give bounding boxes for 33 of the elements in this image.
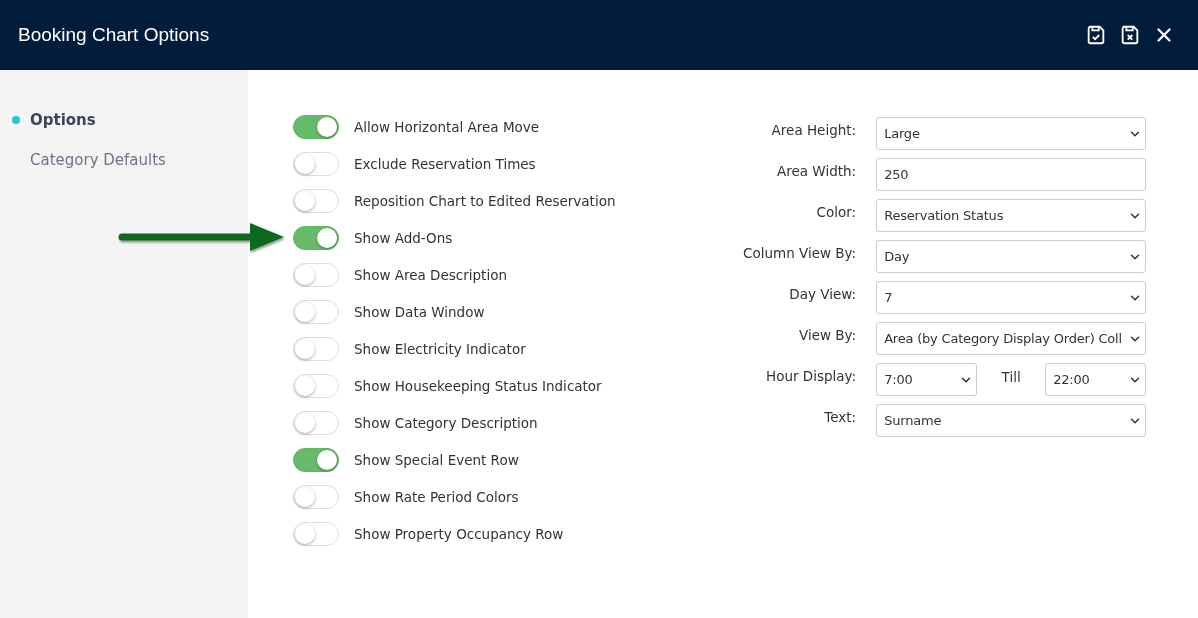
- toggle-label: Exclude Reservation Times: [354, 156, 536, 172]
- select-field[interactable]: 22:00: [1045, 363, 1147, 396]
- field-label: View By:: [799, 326, 857, 345]
- sidebar-item[interactable]: Options: [0, 100, 248, 140]
- toggle-label: Show Category Description: [354, 415, 538, 431]
- field-label: Column View By:: [743, 244, 857, 263]
- toggle-label: Show Property Occupancy Row: [354, 526, 564, 542]
- select-field[interactable]: Area (by Category Display Order) Coll: [876, 322, 1147, 355]
- toggle-label: Show Data Window: [354, 304, 485, 320]
- select-field[interactable]: 7:00: [876, 363, 978, 396]
- toggle-label: Allow Horizontal Area Move: [354, 119, 540, 135]
- field-label: Area Height:: [771, 121, 857, 140]
- toggle-label: Show Area Description: [354, 267, 507, 283]
- select-field[interactable]: Large: [876, 117, 1147, 150]
- window-title: Booking Chart Options: [18, 24, 210, 46]
- select-field[interactable]: Reservation Status: [876, 199, 1147, 232]
- toggle-label: Show Rate Period Colors: [354, 489, 519, 505]
- field-label: Color:: [816, 203, 857, 222]
- field-label: Text:: [824, 408, 857, 427]
- toggle-label: Show Add-Ons: [354, 230, 453, 246]
- toggle-label: Show Housekeeping Status Indicator: [354, 378, 602, 394]
- toggle-label: Show Electricity Indicator: [354, 341, 526, 357]
- field-label: Area Width:: [777, 162, 857, 181]
- field-label: Day View:: [789, 285, 857, 304]
- till-label: Till: [1000, 368, 1022, 387]
- input-field[interactable]: 250: [876, 158, 1147, 191]
- sidebar-item[interactable]: Category Defaults: [0, 140, 248, 180]
- toggle-label: Show Special Event Row: [354, 452, 519, 468]
- select-field[interactable]: 7: [876, 281, 1147, 314]
- field-label: Hour Display:: [766, 367, 857, 386]
- select-field[interactable]: Day: [876, 240, 1147, 273]
- select-field[interactable]: Surname: [876, 404, 1147, 437]
- toggle-label: Reposition Chart to Edited Reservation: [354, 193, 616, 209]
